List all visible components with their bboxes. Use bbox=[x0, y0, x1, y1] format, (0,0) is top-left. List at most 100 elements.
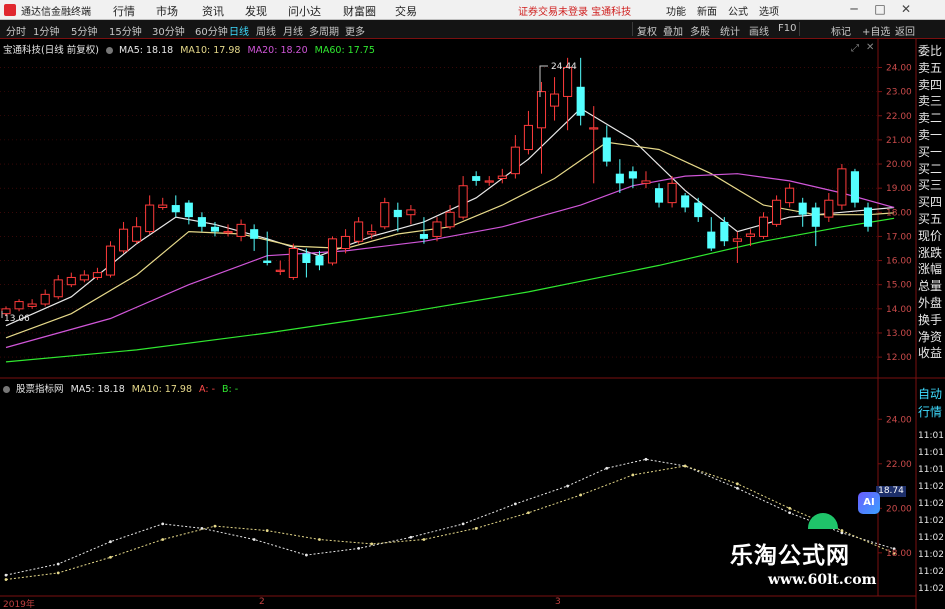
quote-label: 净资 bbox=[918, 329, 943, 344]
menu-quotes[interactable]: 行情 bbox=[113, 3, 135, 19]
legend-ma5: MA5: 18.18 bbox=[119, 45, 174, 56]
multi-stock-button[interactable]: 多股 bbox=[690, 23, 710, 38]
candle-body-up bbox=[785, 187, 795, 204]
candle-body-down bbox=[263, 260, 272, 263]
quote-label: 收益 bbox=[918, 346, 943, 361]
indicator-tick-label: 22.00 bbox=[886, 460, 912, 470]
chart-expand-icon[interactable]: ⤢ bbox=[851, 43, 859, 54]
indicator-point bbox=[461, 522, 465, 526]
menu-discover[interactable]: 发现 bbox=[245, 3, 267, 19]
candle-body-up bbox=[118, 228, 129, 252]
price-tick-label: 22.00 bbox=[886, 112, 912, 122]
indicator-point bbox=[357, 546, 361, 550]
watermark: 乐淘公式网 www.60lt.com bbox=[730, 536, 910, 588]
menu-formula[interactable]: 公式 bbox=[728, 3, 748, 18]
candle-body-down bbox=[707, 231, 716, 249]
period-tab-more[interactable]: 更多 bbox=[345, 23, 365, 38]
add-watchlist-button[interactable]: +自选 bbox=[862, 23, 890, 38]
quote-label: 现价 bbox=[918, 228, 943, 243]
overlay-button[interactable]: 叠加 bbox=[663, 23, 683, 38]
menu-new-page[interactable]: 新面 bbox=[697, 3, 717, 18]
chart-area[interactable]: 12.00 13.00 14.00 15.00 16.00 17.00 18.00 19.00… bbox=[0, 39, 945, 609]
minimize-icon[interactable]: ─ bbox=[846, 1, 862, 18]
f10-button[interactable]: F10 bbox=[778, 23, 796, 34]
indicator-point bbox=[56, 562, 60, 566]
candle-body-down bbox=[472, 176, 481, 181]
period-tab-30min[interactable]: 30分钟 bbox=[152, 23, 185, 38]
menu-ask[interactable]: 问小达 bbox=[288, 3, 321, 19]
candle-body-up bbox=[432, 221, 442, 237]
price-tick-label: 16.00 bbox=[886, 257, 912, 267]
tick-time-label: 11:01 bbox=[918, 465, 944, 475]
candle-body-up bbox=[732, 238, 742, 242]
candle-body-down bbox=[576, 86, 585, 116]
period-tab-monthly[interactable]: 月线 bbox=[283, 23, 303, 38]
candle-body-up bbox=[536, 91, 547, 129]
indicator-point bbox=[4, 578, 8, 581]
indicator-point bbox=[409, 535, 413, 539]
menu-wealth[interactable]: 财富圈 bbox=[343, 3, 376, 19]
period-tab-1min[interactable]: 1分钟 bbox=[33, 23, 59, 38]
candle-body-up bbox=[523, 124, 533, 151]
candle-body-up bbox=[288, 247, 298, 278]
close-icon[interactable]: ✕ bbox=[898, 1, 914, 18]
sub-legend-a: A: - bbox=[199, 384, 215, 395]
period-tab-5min[interactable]: 5分钟 bbox=[71, 23, 97, 38]
indicator-point bbox=[304, 553, 308, 557]
period-tab-daily[interactable]: 日线 bbox=[229, 23, 249, 38]
tick-time-label: 11:02 bbox=[918, 567, 944, 577]
period-tab-weekly[interactable]: 周线 bbox=[256, 23, 276, 38]
indicator-toggle-icon[interactable] bbox=[3, 386, 10, 393]
legend-toggle-icon[interactable] bbox=[105, 47, 113, 54]
candle-body-down bbox=[720, 221, 729, 242]
price-tick-label: 13.00 bbox=[886, 329, 912, 339]
back-button[interactable]: 返回 bbox=[895, 23, 915, 38]
quote-label: 买一 bbox=[918, 144, 943, 159]
candle-body-up bbox=[79, 274, 89, 281]
candle-body-up bbox=[458, 185, 468, 218]
maximize-icon[interactable]: □ bbox=[872, 1, 888, 18]
menu-options[interactable]: 选项 bbox=[759, 3, 779, 18]
toolbar-divider bbox=[632, 22, 633, 36]
indicator-point bbox=[109, 555, 112, 559]
login-notice[interactable]: 证券交易未登录 宝通科技 bbox=[518, 3, 631, 18]
grid bbox=[0, 67, 878, 358]
period-tab-60min[interactable]: 60分钟 bbox=[195, 23, 228, 38]
candle-body-up bbox=[158, 204, 168, 208]
kline-chart[interactable]: 12.00 13.00 14.00 15.00 16.00 17.00 18.00 19.00… bbox=[0, 39, 945, 609]
menu-news[interactable]: 资讯 bbox=[202, 3, 224, 19]
candle-body-up bbox=[667, 182, 677, 204]
legend-ma60: MA60: 17.75 bbox=[314, 45, 375, 56]
period-tab-multi[interactable]: 多周期 bbox=[309, 23, 339, 38]
quote-label: 买四 bbox=[918, 195, 943, 210]
candle-body-down bbox=[315, 255, 324, 266]
adjust-button[interactable]: 复权 bbox=[637, 23, 657, 38]
menu-trade[interactable]: 交易 bbox=[395, 3, 417, 19]
draw-line-button[interactable]: 画线 bbox=[749, 23, 769, 38]
stats-button[interactable]: 统计 bbox=[720, 23, 740, 38]
menu-function[interactable]: 功能 bbox=[666, 3, 686, 18]
tick-time-label: 11:02 bbox=[918, 499, 944, 509]
price-tick-label: 19.00 bbox=[886, 184, 912, 194]
indicator-point bbox=[735, 486, 739, 490]
mark-button[interactable]: 标记 bbox=[831, 23, 851, 38]
price-tick-label: 14.00 bbox=[886, 305, 912, 315]
chart-close-icon[interactable]: ✕ bbox=[866, 42, 874, 53]
main-legend: 宝通科技(日线 前复权) MA5: 18.18 MA10: 17.98 MA20… bbox=[3, 42, 379, 56]
candle-body-up bbox=[510, 146, 520, 175]
indicator-point bbox=[265, 529, 269, 532]
quote-label: 卖一 bbox=[918, 128, 943, 142]
candle-body-down bbox=[393, 209, 402, 218]
ai-assistant-button[interactable]: AI bbox=[858, 492, 880, 514]
candle-body-up bbox=[40, 293, 50, 305]
indicator-point bbox=[631, 473, 635, 477]
period-tab-timeshare[interactable]: 分时 bbox=[6, 23, 26, 38]
period-tab-15min[interactable]: 15分钟 bbox=[109, 23, 142, 38]
auto-quote-label: 行情 bbox=[918, 405, 943, 419]
quote-label: 卖二 bbox=[918, 111, 943, 126]
menu-market[interactable]: 市场 bbox=[156, 3, 178, 19]
candle-body-up bbox=[132, 226, 142, 242]
candle-body-up bbox=[758, 216, 769, 237]
date-label-feb: 2 bbox=[259, 597, 265, 607]
candle-body-up bbox=[406, 209, 416, 216]
